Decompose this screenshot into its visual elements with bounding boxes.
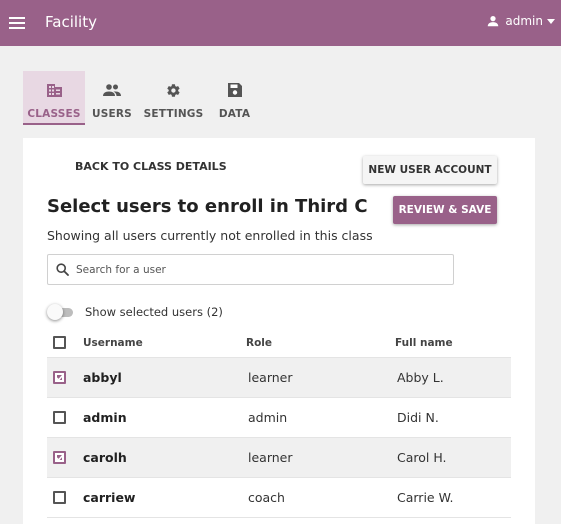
table-body: abbyl learner Abby L. admin admin Didi N. caro… bbox=[47, 358, 511, 518]
row-checkbox[interactable] bbox=[53, 491, 66, 504]
users-table: Username Role Full name abbyl learner Abby… bbox=[47, 328, 511, 518]
user-name: admin bbox=[505, 14, 543, 28]
new-user-account-button[interactable]: NEW USER ACCOUNT bbox=[363, 156, 497, 184]
show-selected-label: Show selected users (2) bbox=[85, 305, 223, 319]
cell-full-name: Carrie W. bbox=[397, 490, 454, 505]
gear-icon bbox=[166, 80, 181, 100]
tab-users-label: USERS bbox=[92, 108, 132, 120]
tab-data[interactable]: DATA bbox=[208, 71, 261, 125]
review-and-save-button[interactable]: REVIEW & SAVE bbox=[393, 196, 497, 224]
tab-data-label: DATA bbox=[218, 108, 251, 120]
cell-role: learner bbox=[248, 370, 293, 385]
cell-full-name: Abby L. bbox=[397, 370, 444, 385]
tab-settings-label: SETTINGS bbox=[143, 108, 204, 120]
row-checkbox[interactable] bbox=[53, 411, 66, 424]
facility-tabs: CLASSES USERS SETTINGS DATA bbox=[23, 71, 261, 126]
enroll-card: BACK TO CLASS DETAILS NEW USER ACCOUNT S… bbox=[23, 138, 535, 524]
page-title: Select users to enroll in Third C bbox=[47, 196, 368, 217]
header-full-name[interactable]: Full name bbox=[395, 337, 511, 349]
search-field[interactable] bbox=[47, 254, 454, 285]
table-row[interactable]: admin admin Didi N. bbox=[47, 398, 511, 438]
cell-username: carolh bbox=[83, 450, 127, 465]
table-row[interactable]: carriew coach Carrie W. bbox=[47, 478, 511, 518]
app-title: Facility bbox=[45, 13, 97, 31]
page-subtitle: Showing all users currently not enrolled… bbox=[47, 228, 373, 243]
cell-full-name: Carol H. bbox=[397, 450, 447, 465]
cell-username: admin bbox=[83, 410, 127, 425]
table-row[interactable]: carolh learner Carol H. bbox=[47, 438, 511, 478]
cell-role: learner bbox=[248, 450, 293, 465]
tab-users[interactable]: USERS bbox=[85, 71, 139, 125]
table-row[interactable]: abbyl learner Abby L. bbox=[47, 358, 511, 398]
app-bar: Facility admin bbox=[0, 0, 561, 46]
tab-classes[interactable]: CLASSES bbox=[23, 71, 85, 125]
cell-role: admin bbox=[248, 410, 288, 425]
cell-full-name: Didi N. bbox=[397, 410, 439, 425]
cell-username: abbyl bbox=[83, 370, 122, 385]
cell-username: carriew bbox=[83, 490, 136, 505]
toggle-knob bbox=[47, 304, 63, 320]
header-username[interactable]: Username bbox=[81, 337, 246, 349]
tab-settings[interactable]: SETTINGS bbox=[139, 71, 208, 125]
save-icon bbox=[227, 80, 242, 100]
people-icon bbox=[103, 80, 121, 100]
show-selected-toggle-row[interactable]: Show selected users (2) bbox=[47, 304, 223, 320]
building-icon bbox=[46, 80, 62, 100]
select-all-checkbox[interactable] bbox=[53, 336, 66, 349]
back-to-class-link[interactable]: BACK TO CLASS DETAILS bbox=[75, 160, 227, 173]
hamburger-menu-icon[interactable] bbox=[8, 14, 26, 32]
table-header: Username Role Full name bbox=[47, 328, 511, 358]
caret-down-icon bbox=[547, 18, 555, 24]
cell-role: coach bbox=[248, 490, 285, 505]
row-checkbox[interactable] bbox=[53, 451, 66, 464]
row-checkbox[interactable] bbox=[53, 371, 66, 384]
person-icon bbox=[488, 16, 499, 27]
header-role[interactable]: Role bbox=[246, 337, 395, 349]
search-input[interactable] bbox=[76, 263, 436, 276]
tab-classes-label: CLASSES bbox=[27, 108, 81, 120]
search-icon bbox=[56, 263, 69, 276]
user-menu[interactable]: admin bbox=[486, 14, 555, 28]
show-selected-toggle[interactable] bbox=[47, 304, 74, 320]
